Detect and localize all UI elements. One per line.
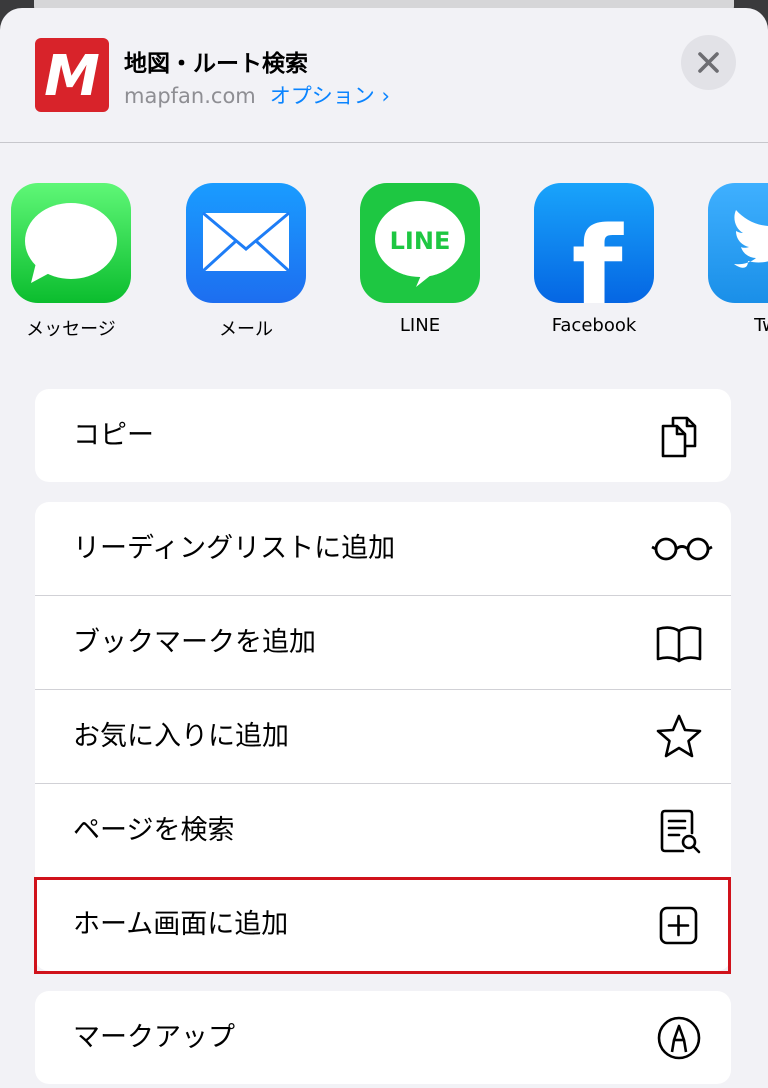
twitter-icon xyxy=(708,183,768,303)
share-app-label: Facebook xyxy=(551,315,637,336)
site-app-icon: M xyxy=(35,38,109,112)
share-app-label: Twi xyxy=(754,315,768,336)
site-subtitle: mapfan.com オプション › xyxy=(124,80,390,110)
share-app-messages[interactable]: メッセージ xyxy=(0,183,151,341)
action-copy[interactable]: コピー xyxy=(35,389,731,482)
chevron-right-icon: › xyxy=(381,84,390,108)
line-icon-text: LINE xyxy=(390,227,451,255)
share-app-twitter[interactable]: Twi xyxy=(688,183,768,336)
add-square-icon xyxy=(653,899,705,951)
action-markup[interactable]: マークアップ xyxy=(35,991,731,1084)
facebook-icon: f xyxy=(534,183,654,303)
find-in-page-icon xyxy=(653,805,705,857)
action-label: コピー xyxy=(73,420,154,451)
action-label: ページを検索 xyxy=(73,815,235,846)
action-add-to-home[interactable]: ホーム画面に追加 xyxy=(35,877,731,971)
action-label: ホーム画面に追加 xyxy=(73,909,289,940)
glasses-icon xyxy=(651,523,713,575)
actions-group: リーディングリストに追加 ブックマークを追加 お気に入りに追加 ページを検索 ホ… xyxy=(35,502,731,971)
share-app-facebook[interactable]: f Facebook xyxy=(514,183,674,336)
share-sheet: M 地図・ルート検索 mapfan.com オプション › メッセージ メール … xyxy=(0,8,768,1088)
site-domain: mapfan.com xyxy=(124,84,256,108)
site-title: 地図・ルート検索 xyxy=(124,51,308,77)
messages-icon xyxy=(11,183,131,303)
action-label: マークアップ xyxy=(73,1022,235,1053)
action-find-on-page[interactable]: ページを検索 xyxy=(35,783,731,877)
share-header: M 地図・ルート検索 mapfan.com オプション › xyxy=(0,8,768,142)
action-label: お気に入りに追加 xyxy=(73,721,289,752)
star-icon xyxy=(653,711,705,763)
share-app-label: LINE xyxy=(399,315,441,336)
close-icon xyxy=(698,52,719,73)
line-icon: LINE xyxy=(360,183,480,303)
action-reading-list[interactable]: リーディングリストに追加 xyxy=(35,502,731,595)
action-label: リーディングリストに追加 xyxy=(73,533,396,564)
facebook-icon-text: f xyxy=(571,201,624,303)
action-bookmark[interactable]: ブックマークを追加 xyxy=(35,595,731,689)
share-app-mail[interactable]: メール xyxy=(166,183,326,341)
action-label: ブックマークを追加 xyxy=(73,627,316,658)
share-app-label: メッセージ xyxy=(26,319,116,340)
share-app-label: メール xyxy=(219,319,273,340)
action-favorites[interactable]: お気に入りに追加 xyxy=(35,689,731,783)
options-link[interactable]: オプション › xyxy=(270,84,390,108)
copy-icon xyxy=(653,410,705,462)
copy-group: コピー xyxy=(35,389,731,482)
markup-icon xyxy=(653,1012,705,1064)
markup-group: マークアップ xyxy=(35,991,731,1084)
book-icon xyxy=(653,617,705,669)
share-apps-row[interactable]: メッセージ メール LINE LINE f Facebook T xyxy=(0,143,768,353)
close-button[interactable] xyxy=(681,35,736,90)
share-app-line[interactable]: LINE LINE xyxy=(340,183,500,336)
app-icon-letter: M xyxy=(44,44,100,109)
mail-icon xyxy=(186,183,306,303)
options-label: オプション xyxy=(269,84,375,108)
